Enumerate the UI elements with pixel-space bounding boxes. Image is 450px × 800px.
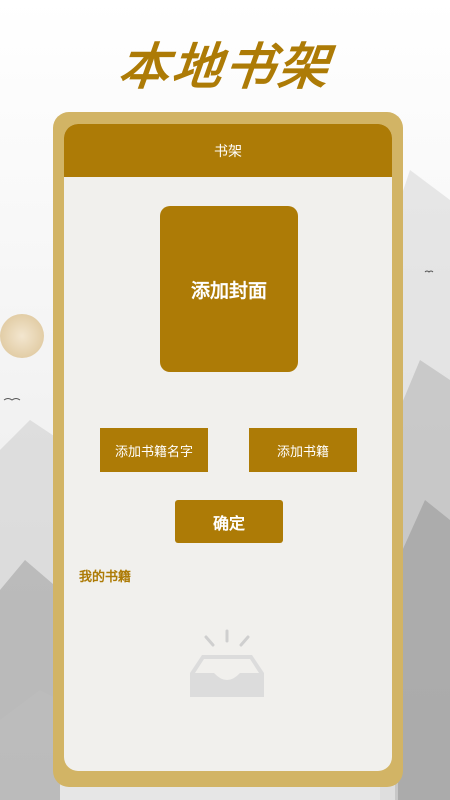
- page-headline: 本地书架: [115, 38, 335, 96]
- my-books-heading: 我的书籍: [79, 570, 132, 585]
- app-screen: 书架 添加封面 添加书籍名字 添加书籍 确定 我的书籍: [64, 124, 392, 771]
- app-topbar: 书架: [64, 124, 392, 177]
- add-book-name-button[interactable]: 添加书籍名字: [100, 428, 208, 472]
- app-title: 书架: [214, 143, 242, 160]
- empty-tray-icon: [190, 629, 264, 697]
- add-book-button[interactable]: 添加书籍: [249, 428, 357, 472]
- add-cover-label: 添加封面: [190, 279, 267, 302]
- phone-frame: 书架 添加封面 添加书籍名字 添加书籍 确定 我的书籍: [53, 112, 403, 787]
- confirm-button[interactable]: 确定: [175, 500, 283, 543]
- add-cover-button[interactable]: 添加封面: [160, 206, 298, 372]
